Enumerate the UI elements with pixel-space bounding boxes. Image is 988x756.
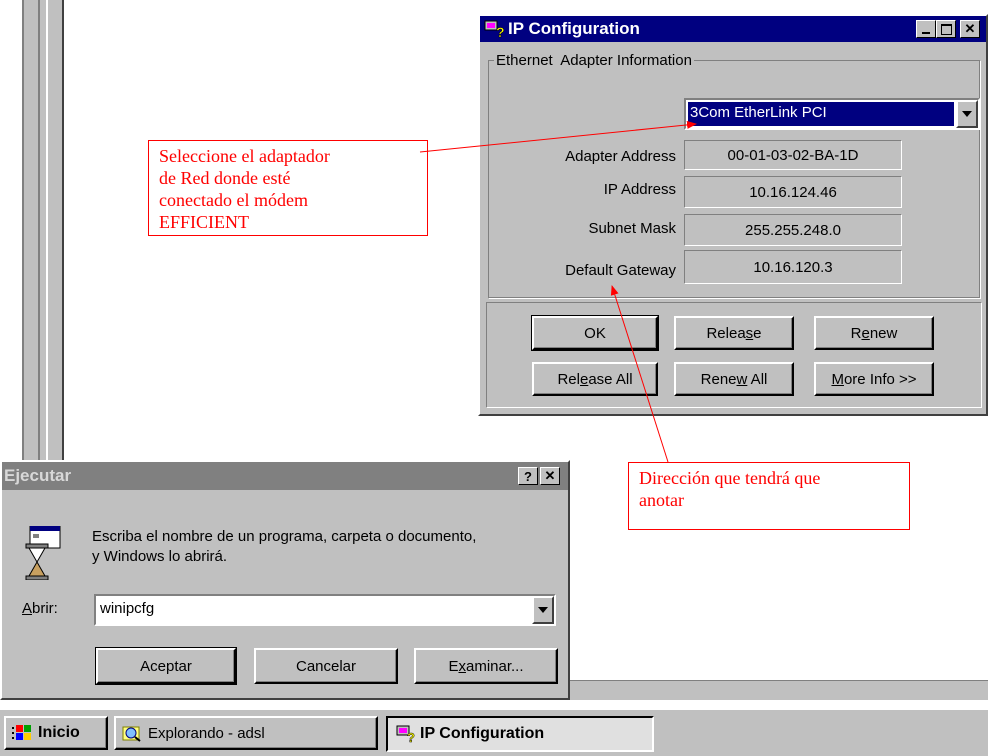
arrow-to-adapter-dropdown: [419, 120, 697, 153]
annotation-arrows: [419, 120, 697, 463]
arrow-to-default-gateway: [610, 285, 669, 463]
